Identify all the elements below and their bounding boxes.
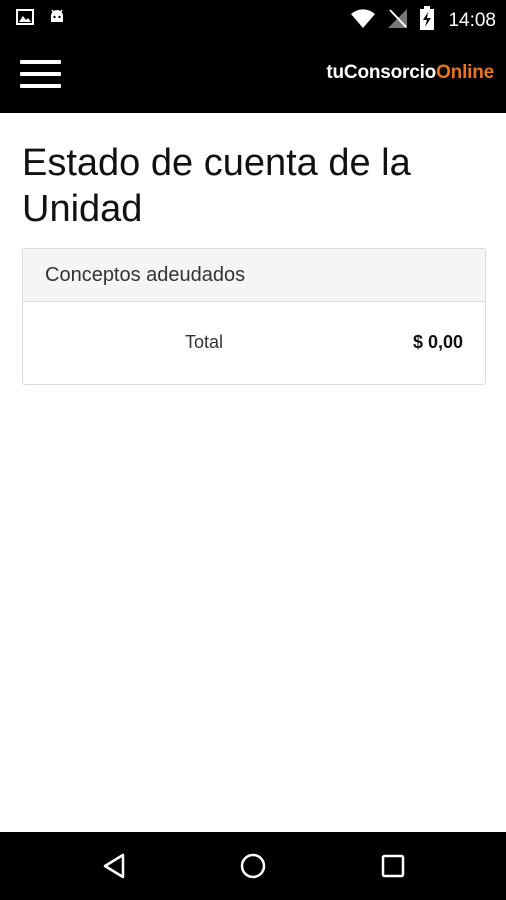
account-panel: Conceptos adeudados Total $ 0,00 bbox=[22, 248, 486, 385]
status-left-icons bbox=[16, 8, 66, 31]
page-title: Estado de cuenta de la Unidad bbox=[22, 142, 411, 230]
back-icon[interactable] bbox=[94, 846, 134, 886]
app-header: tuConsorcioOnline bbox=[0, 36, 506, 113]
navigation-bar bbox=[0, 832, 506, 900]
brand-name-part1: tuConsorcio bbox=[326, 62, 437, 83]
no-signal-icon bbox=[388, 7, 408, 34]
wifi-icon bbox=[350, 7, 376, 34]
panel-heading: Conceptos adeudados bbox=[23, 249, 485, 302]
image-icon bbox=[16, 8, 34, 31]
battery-charging-icon bbox=[420, 6, 435, 35]
hamburger-menu-icon[interactable] bbox=[20, 58, 61, 90]
status-right-icons: 14:08 bbox=[350, 6, 496, 35]
android-icon bbox=[48, 8, 66, 31]
total-row: Total $ 0,00 bbox=[23, 302, 485, 384]
recents-icon[interactable] bbox=[373, 846, 413, 886]
status-bar: 14:08 bbox=[0, 0, 506, 36]
total-value: $ 0,00 bbox=[412, 332, 463, 352]
home-icon[interactable] bbox=[233, 846, 273, 886]
status-time: 14:08 bbox=[448, 9, 496, 31]
brand-logo[interactable]: tuConsorcioOnline bbox=[326, 62, 494, 84]
brand-name-part2: Online bbox=[436, 62, 494, 83]
total-label: Total bbox=[185, 332, 224, 352]
